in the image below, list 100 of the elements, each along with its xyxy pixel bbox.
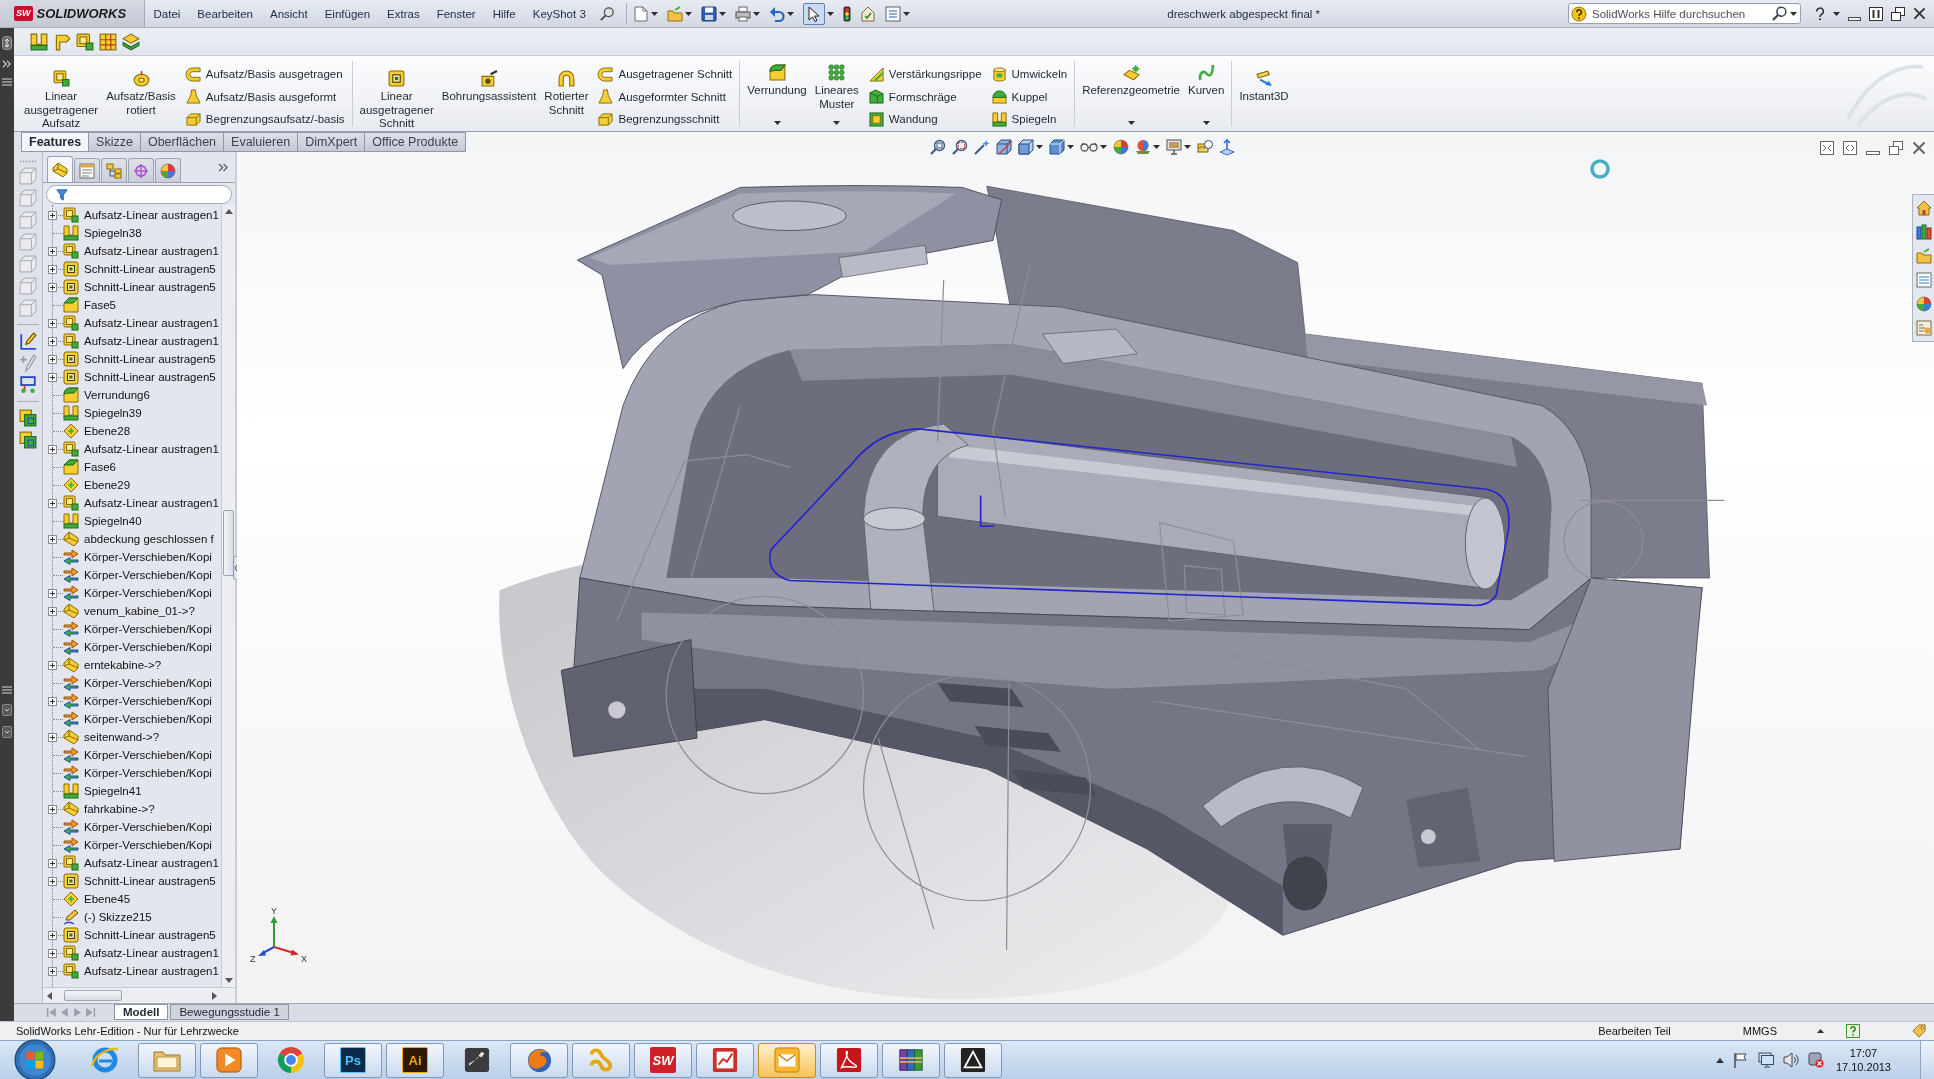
search-field[interactable]: SolidWorks Hilfe durchsuchen	[1568, 3, 1801, 24]
expand-icon[interactable]	[48, 606, 57, 616]
wand-icon[interactable]	[974, 139, 990, 155]
expand-icon[interactable]	[48, 876, 57, 886]
units-selector[interactable]: MMGS	[1742, 1025, 1777, 1037]
resize-icon[interactable]	[2, 36, 12, 50]
pin-icon[interactable]	[600, 6, 615, 21]
layers-icon[interactable]	[19, 431, 37, 449]
ribbon-button[interactable]: Bohrungsassistent	[437, 56, 541, 131]
tree-item[interactable]: Ebene28	[63, 422, 131, 440]
tree-item[interactable]: Aufsatz-Linear austragen1	[63, 494, 219, 512]
tree-item[interactable]: Ebene29	[63, 476, 131, 494]
restore-icon[interactable]	[1891, 6, 1905, 21]
library-icon[interactable]	[1915, 224, 1932, 240]
expand-icon[interactable]	[48, 372, 57, 382]
ruler-lens-icon[interactable]	[1197, 139, 1213, 155]
tree-item[interactable]: (-) Skizze215	[63, 908, 152, 926]
folder-icon[interactable]	[1915, 248, 1932, 264]
ribbon-button[interactable]: Begrenzungsschnitt	[598, 110, 733, 128]
tree-item[interactable]: fahrkabine->?	[63, 800, 155, 818]
caret-icon[interactable]	[1100, 145, 1107, 149]
menu-item[interactable]: Fenster	[428, 0, 485, 27]
tile-left-icon[interactable]	[1820, 141, 1834, 155]
expand-icon[interactable]	[48, 354, 57, 364]
traffic-light-icon[interactable]	[843, 5, 852, 22]
flag-icon[interactable]	[53, 32, 71, 51]
tree-item[interactable]: Schnitt-Linear austragen5	[63, 872, 216, 890]
ribbon-button[interactable]: Kuppel	[991, 87, 1068, 106]
search-icon[interactable]	[1772, 6, 1787, 21]
tab[interactable]	[47, 156, 73, 182]
ribbon-button[interactable]: Referenzgeometrie	[1078, 56, 1184, 131]
monitor-icon[interactable]	[1166, 139, 1182, 155]
taskbar-button[interactable]: Ps	[324, 1042, 382, 1078]
tag-icon[interactable]	[1912, 1024, 1926, 1038]
scroll-right-icon[interactable]	[212, 991, 217, 1000]
double-chevron-icon[interactable]	[218, 162, 229, 172]
scroll-left-icon[interactable]	[47, 991, 52, 1000]
ribbon-button[interactable]: Spiegeln	[991, 110, 1068, 128]
glasses-icon[interactable]	[1080, 142, 1098, 152]
tree-item[interactable]: Aufsatz-Linear austragen1	[63, 242, 219, 260]
split-cube-icon[interactable]	[996, 139, 1012, 155]
tab[interactable]: Office Produkte	[365, 132, 467, 152]
ribbon-button[interactable]: Ausgetragener Schnitt	[598, 65, 733, 83]
ribbon-button[interactable]: Ausgeformter Schnitt	[598, 87, 733, 106]
expand-icon[interactable]	[48, 948, 57, 958]
caret-icon[interactable]	[685, 11, 693, 16]
caret-icon[interactable]	[1817, 1029, 1824, 1033]
expand-icon[interactable]	[48, 660, 57, 670]
caret-icon[interactable]	[1067, 145, 1074, 149]
restore-icon[interactable]	[1889, 141, 1903, 155]
connector-icon[interactable]	[19, 376, 37, 394]
expand-icon[interactable]	[48, 966, 57, 976]
small-panel-icon[interactable]	[2, 704, 12, 716]
tree-item[interactable]: Körper-Verschieben/Kopi	[63, 584, 212, 602]
menu-item[interactable]: Hilfe	[484, 0, 525, 27]
show-hidden-icon[interactable]	[1715, 1057, 1724, 1063]
ribbon-button[interactable]: Linear ausgetragener Schnitt	[355, 56, 438, 131]
expand-icon[interactable]	[48, 804, 57, 814]
scrollbar[interactable]	[43, 987, 235, 1003]
expand-icon[interactable]	[48, 696, 57, 706]
sphere-stand-icon[interactable]	[1135, 139, 1151, 155]
twin-block-icon[interactable]	[30, 32, 48, 51]
expand-icon[interactable]	[48, 210, 57, 220]
grip-icon[interactable]	[19, 160, 37, 163]
expand-icon[interactable]	[48, 282, 57, 292]
view-cube-icon[interactable]	[1018, 139, 1034, 155]
minimize-icon[interactable]	[1848, 16, 1861, 21]
caret-icon[interactable]	[1153, 145, 1160, 149]
expand-icon[interactable]	[48, 858, 57, 868]
caret-icon[interactable]	[1790, 11, 1797, 16]
tab[interactable]: Modell	[114, 1004, 169, 1020]
caret-icon[interactable]	[1127, 121, 1135, 125]
menu-item[interactable]: Ansicht	[261, 0, 317, 27]
expand-icon[interactable]	[48, 534, 57, 544]
tree-item[interactable]: Spiegeln38	[63, 224, 142, 242]
tree-item[interactable]: Körper-Verschieben/Kopi	[63, 548, 212, 566]
caret-icon[interactable]	[1184, 145, 1191, 149]
tree-item[interactable]: Spiegeln40	[63, 512, 142, 530]
ribbon-button[interactable]: Aufsatz/Basis rotiert	[102, 56, 180, 131]
scroll-down-icon[interactable]	[224, 978, 233, 983]
ribbon-button[interactable]: Verstärkungsrippe	[868, 65, 982, 83]
tree-item[interactable]: Schnitt-Linear austragen5	[63, 350, 216, 368]
clock-time[interactable]: 17:07	[1849, 1046, 1878, 1060]
ribbon-button[interactable]: Lineares Muster	[810, 56, 863, 131]
color-ball-icon[interactable]	[1915, 296, 1932, 312]
tab[interactable]	[101, 158, 127, 182]
solid-cube-icon[interactable]	[1049, 139, 1065, 155]
color-ball-icon[interactable]	[1113, 139, 1129, 155]
tree-item[interactable]: Körper-Verschieben/Kopi	[63, 764, 212, 782]
caret-icon[interactable]	[753, 11, 761, 16]
expand-icon[interactable]	[48, 930, 57, 940]
ribbon-button[interactable]: Aufsatz/Basis ausgetragen	[185, 65, 345, 83]
ribbon-button[interactable]: Aufsatz/Basis ausgeformt	[185, 87, 345, 106]
expand-icon[interactable]	[48, 732, 57, 742]
caret-icon[interactable]	[903, 11, 911, 16]
expand-icon[interactable]	[48, 498, 57, 508]
zoom-area-icon[interactable]	[952, 139, 968, 155]
flag-icon[interactable]	[1732, 1052, 1749, 1068]
scrollbar[interactable]	[221, 205, 235, 987]
tree-item[interactable]: Aufsatz-Linear austragen1	[63, 944, 219, 962]
